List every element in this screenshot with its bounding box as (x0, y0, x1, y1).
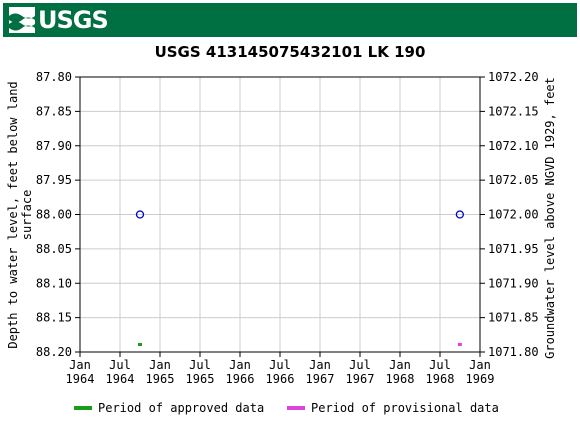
x-tick-label-month: Jan (469, 358, 491, 372)
x-tick-label-month: Jan (69, 358, 91, 372)
y-tick-label-right: 1071.90 (488, 276, 539, 290)
y-tick-label-left: 87.90 (36, 139, 72, 153)
legend-item-approved: Period of approved data (74, 401, 264, 415)
y-tick-label-left: 88.00 (36, 208, 72, 222)
groundwater-chart: 87.80 1072.20 87.85 1072.15 87.90 1072.10 87.9… (6, 70, 557, 386)
x-tick-label-year: 1966 (266, 372, 295, 386)
y-tick-label-left: 87.95 (36, 173, 72, 187)
approved-period-marker (137, 343, 142, 346)
x-tick-label-month: Jul (189, 358, 211, 372)
y-tick-label-right: 1072.15 (488, 104, 539, 118)
y-axis-title-left-line2: surface (20, 190, 34, 241)
x-tick-label-month: Jul (429, 358, 451, 372)
y-tick-label-right: 1071.80 (488, 345, 539, 359)
legend-swatch-provisional (287, 406, 305, 410)
x-tick-label-year: 1964 (66, 372, 95, 386)
x-tick-label-month: Jul (269, 358, 291, 372)
x-tick-label-year: 1965 (186, 372, 215, 386)
x-tick-label-month: Jan (149, 358, 171, 372)
x-tick-label-year: 1967 (346, 372, 375, 386)
chart-legend: Period of approved data Period of provis… (0, 401, 580, 419)
y-tick-label-left: 88.10 (36, 276, 72, 290)
y-axis-title-left-line1: Depth to water level, feet below land (6, 81, 20, 348)
x-tick-label-month: Jan (309, 358, 331, 372)
y-tick-label-right: 1071.85 (488, 311, 539, 325)
legend-item-provisional: Period of provisional data (287, 401, 499, 415)
x-tick-label-month: Jan (389, 358, 411, 372)
x-tick-label-year: 1966 (226, 372, 255, 386)
y-tick-label-right: 1072.00 (488, 208, 539, 222)
y-tick-label-left: 88.15 (36, 311, 72, 325)
y-tick-label-right: 1072.20 (488, 70, 539, 84)
provisional-period-marker (457, 343, 462, 346)
legend-swatch-approved (74, 406, 92, 410)
x-tick-label-month: Jul (349, 358, 371, 372)
y-tick-label-right: 1072.10 (488, 139, 539, 153)
legend-label-provisional: Period of provisional data (311, 401, 499, 415)
x-tick-label-year: 1968 (426, 372, 455, 386)
x-tick-label-year: 1968 (386, 372, 415, 386)
y-tick-label-right: 1072.05 (488, 173, 539, 187)
y-tick-label-left: 88.05 (36, 242, 72, 256)
y-axis-title-right: Groundwater level above NGVD 1929, feet (543, 77, 557, 359)
x-tick-label-year: 1965 (146, 372, 175, 386)
x-tick-label-month: Jul (109, 358, 131, 372)
x-tick-label-year: 1969 (466, 372, 495, 386)
x-tick-label-month: Jan (229, 358, 251, 372)
y-tick-label-left: 87.85 (36, 104, 72, 118)
y-tick-label-right: 1071.95 (488, 242, 539, 256)
y-tick-label-left: 88.20 (36, 345, 72, 359)
x-tick-label-year: 1964 (106, 372, 135, 386)
x-tick-label-year: 1967 (306, 372, 335, 386)
y-tick-label-left: 87.80 (36, 70, 72, 84)
legend-label-approved: Period of approved data (98, 401, 265, 415)
